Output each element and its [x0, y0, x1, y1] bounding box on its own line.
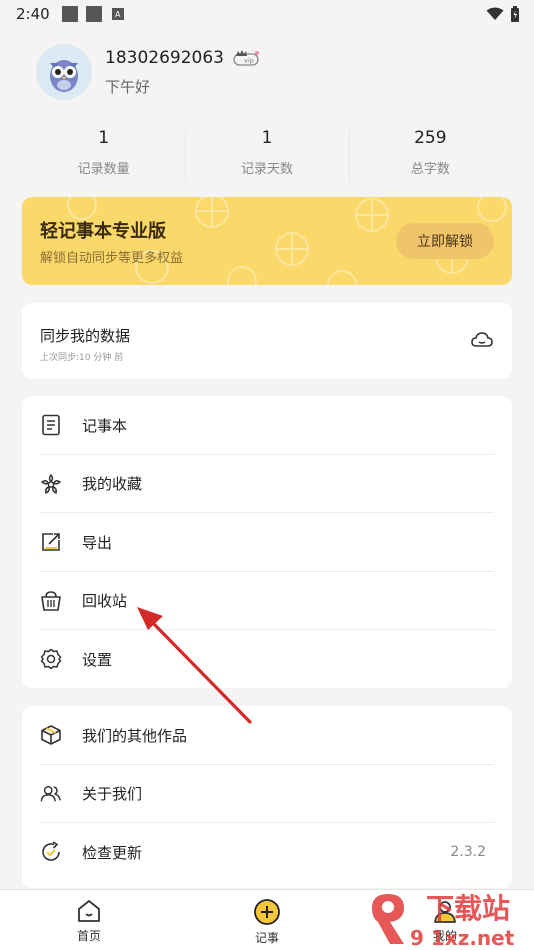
- notification-square-icon: [85, 6, 102, 22]
- greeting-text: 下午好: [105, 77, 151, 96]
- secondary-menu: 我们的其他作品 关于我们 检查更新 2.3.2: [22, 706, 512, 888]
- menu-label: 设置: [82, 650, 113, 669]
- menu-item-recycle-bin[interactable]: 回收站: [22, 572, 512, 631]
- home-icon: [78, 900, 100, 922]
- sync-card[interactable]: 同步我的数据 上次同步:10 分钟 前: [22, 303, 512, 379]
- svg-text:下载站: 下载站: [426, 892, 510, 925]
- stat-days[interactable]: 1 记录天数: [185, 128, 348, 184]
- people-icon: [40, 783, 62, 805]
- menu-item-other-works[interactable]: 我们的其他作品: [22, 706, 512, 765]
- pro-upgrade-card[interactable]: 轻记事本专业版 解锁自动同步等更多权益 立即解锁: [22, 197, 512, 285]
- menu-label: 我的收藏: [82, 475, 143, 494]
- notification-a-icon: A: [111, 8, 124, 20]
- profile-header[interactable]: 18302692063 vip 下午好: [36, 44, 260, 100]
- stat-words[interactable]: 259 总字数: [348, 128, 512, 184]
- stat-records[interactable]: 1 记录数量: [22, 128, 185, 184]
- pro-card-title: 轻记事本专业版: [40, 221, 166, 242]
- stat-label: 记录天数: [240, 162, 293, 177]
- wifi-icon: [486, 7, 504, 20]
- svg-text:vip: vip: [244, 56, 254, 64]
- stat-value: 1: [98, 128, 110, 148]
- refresh-icon: [40, 841, 62, 863]
- notification-square-icon: [61, 6, 78, 22]
- pro-card-subtitle: 解锁自动同步等更多权益: [40, 251, 184, 266]
- stat-label: 记录数量: [77, 162, 130, 177]
- menu-label: 关于我们: [82, 785, 143, 804]
- status-bar: 2:40 A: [0, 0, 534, 28]
- avatar[interactable]: [36, 44, 92, 100]
- svg-text:9 1xz.net: 9 1xz.net: [410, 926, 515, 950]
- gear-icon: [40, 648, 62, 670]
- menu-item-check-update[interactable]: 检查更新 2.3.2: [22, 823, 512, 882]
- cloud-icon[interactable]: [470, 330, 494, 354]
- version-number: 2.3.2: [450, 844, 486, 861]
- nav-notes[interactable]: 记事: [178, 890, 356, 950]
- watermark-logo: 下载站 9 1xz.net: [372, 892, 515, 950]
- trash-basket-icon: [40, 590, 62, 612]
- status-right: [486, 6, 520, 22]
- sync-title: 同步我的数据: [40, 327, 131, 345]
- menu-item-notebook[interactable]: 记事本: [22, 396, 512, 455]
- menu-label: 记事本: [82, 416, 128, 435]
- vip-crown-icon: vip: [233, 49, 259, 66]
- menu-item-export[interactable]: 导出: [22, 513, 512, 572]
- status-time: 2:40: [16, 5, 50, 23]
- menu-label: 我们的其他作品: [82, 726, 188, 745]
- menu-label: 回收站: [82, 592, 128, 611]
- unlock-button[interactable]: 立即解锁: [396, 223, 494, 259]
- nav-label: 记事: [254, 931, 279, 945]
- phone-number: 18302692063: [105, 47, 224, 68]
- stat-label: 总字数: [410, 162, 450, 177]
- notebook-icon: [40, 414, 62, 436]
- menu-item-favorites[interactable]: 我的收藏: [22, 455, 512, 514]
- menu-label: 导出: [82, 533, 113, 552]
- menu-item-settings[interactable]: 设置: [22, 630, 512, 689]
- flower-icon: [40, 473, 62, 495]
- sync-subtitle: 上次同步:10 分钟 前: [40, 353, 124, 363]
- cube-icon: [40, 724, 62, 746]
- vip-badge[interactable]: vip: [232, 49, 260, 67]
- menu-label: 检查更新: [82, 843, 143, 862]
- stat-value: 259: [414, 128, 447, 148]
- primary-menu: 记事本 我的收藏 导出 回收站 设置: [22, 396, 512, 688]
- nav-home[interactable]: 首页: [0, 890, 178, 950]
- nav-label: 首页: [76, 929, 101, 943]
- owl-avatar-icon: [50, 60, 78, 92]
- battery-icon: [511, 6, 519, 22]
- export-icon: [40, 531, 62, 553]
- plus-circle-icon: [254, 899, 280, 925]
- stats-row: 1 记录数量 1 记录天数 259 总字数: [22, 128, 512, 184]
- stat-value: 1: [261, 128, 273, 148]
- menu-item-about-us[interactable]: 关于我们: [22, 765, 512, 824]
